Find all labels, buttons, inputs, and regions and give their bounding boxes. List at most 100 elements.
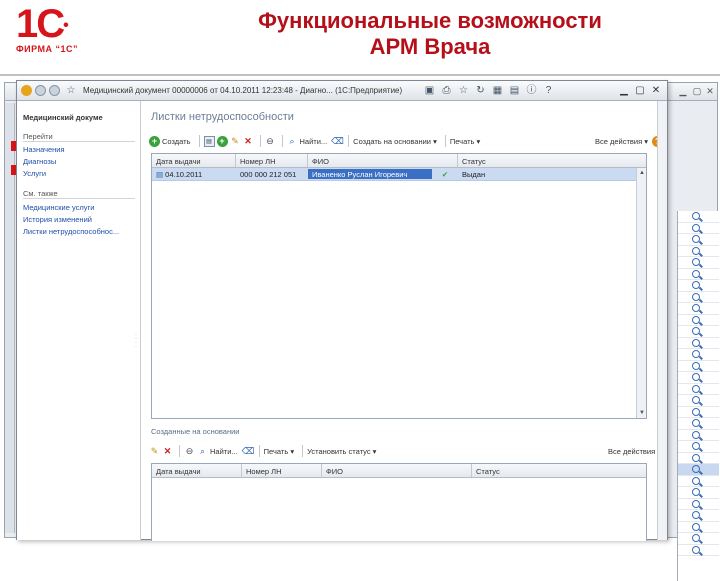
column-header-status[interactable]: Статус bbox=[458, 154, 636, 167]
background-list-row[interactable] bbox=[678, 338, 719, 349]
cancel-search-icon[interactable]: ⌫ bbox=[331, 136, 344, 147]
magnifier-icon[interactable] bbox=[692, 235, 700, 243]
magnifier-icon[interactable] bbox=[692, 292, 700, 301]
magnifier-icon[interactable] bbox=[692, 384, 700, 393]
delete-icon[interactable]: ✕ bbox=[162, 446, 173, 457]
background-list-row[interactable] bbox=[678, 234, 719, 246]
background-list-row[interactable] bbox=[678, 269, 719, 280]
magnifier-icon[interactable] bbox=[692, 511, 700, 519]
magnifier-icon[interactable] bbox=[692, 315, 700, 324]
background-list-row[interactable] bbox=[678, 315, 719, 326]
magnifier-icon[interactable] bbox=[692, 465, 700, 473]
magnifier-icon[interactable] bbox=[692, 327, 700, 335]
add-icon[interactable]: + bbox=[216, 135, 228, 147]
magnifier-icon[interactable] bbox=[692, 453, 700, 462]
background-list-row[interactable] bbox=[678, 464, 719, 476]
restore-icon[interactable]: ▢ bbox=[633, 84, 647, 97]
column-header-fio[interactable]: ФИО bbox=[322, 464, 472, 477]
background-list-row[interactable] bbox=[678, 280, 719, 292]
magnifier-icon[interactable] bbox=[692, 269, 700, 278]
sidebar-item-appointments[interactable]: Назначения bbox=[23, 145, 65, 154]
background-list-row[interactable] bbox=[678, 441, 719, 453]
bg-minimize-icon[interactable]: ▁ bbox=[677, 86, 689, 97]
background-list-row[interactable] bbox=[678, 211, 719, 223]
column-header-date[interactable]: Дата выдачи bbox=[152, 154, 236, 167]
magnifier-icon[interactable] bbox=[692, 488, 700, 496]
column-header-number[interactable]: Номер ЛН bbox=[242, 464, 322, 477]
magnifier-icon[interactable] bbox=[692, 304, 700, 312]
print-icon[interactable]: ⎙ bbox=[440, 84, 453, 97]
background-list-row[interactable] bbox=[678, 418, 719, 430]
magnifier-icon[interactable] bbox=[692, 499, 700, 508]
magnifier-icon[interactable] bbox=[692, 350, 700, 358]
background-list-row[interactable] bbox=[678, 349, 719, 361]
background-list-row[interactable] bbox=[678, 303, 719, 315]
background-list-row[interactable] bbox=[678, 476, 719, 487]
magnifier-icon[interactable] bbox=[692, 407, 700, 416]
magnifier-icon[interactable] bbox=[692, 281, 700, 289]
back-icon[interactable] bbox=[35, 85, 46, 96]
secondary-print-button[interactable]: Печать ▾ bbox=[264, 447, 294, 456]
favorite-icon[interactable]: ☆ bbox=[457, 84, 470, 97]
forward-icon[interactable] bbox=[49, 85, 60, 96]
scroll-up-icon[interactable]: ▲ bbox=[637, 168, 647, 178]
help-icon[interactable]: ? bbox=[542, 84, 555, 97]
background-list-row[interactable] bbox=[678, 430, 719, 441]
magnifier-icon[interactable] bbox=[692, 258, 700, 266]
magnifier-icon[interactable] bbox=[692, 396, 700, 404]
secondary-all-actions-button[interactable]: Все действия ▾ bbox=[608, 447, 661, 456]
link-icon[interactable]: ⊖ bbox=[184, 446, 195, 457]
bg-close-icon[interactable]: ✕ bbox=[704, 86, 716, 97]
background-list-row[interactable] bbox=[678, 361, 719, 372]
app-icon[interactable] bbox=[21, 85, 32, 96]
edit-icon[interactable]: ✎ bbox=[230, 136, 241, 147]
secondary-find-button[interactable]: ⌕ Найти... bbox=[197, 446, 238, 457]
bg-restore-icon[interactable]: ▢ bbox=[691, 86, 703, 97]
background-list-row[interactable] bbox=[678, 257, 719, 269]
magnifier-icon[interactable] bbox=[692, 430, 700, 439]
star-icon[interactable]: ☆ bbox=[65, 85, 77, 97]
sidebar-item-services[interactable]: Услуги bbox=[23, 169, 46, 178]
sidebar-item-medical-services[interactable]: Медицинские услуги bbox=[23, 203, 94, 212]
background-list-row[interactable] bbox=[678, 407, 719, 418]
column-header-fio[interactable]: ФИО bbox=[308, 154, 458, 167]
print-button[interactable]: Печать ▾ bbox=[450, 137, 480, 146]
background-list-row[interactable] bbox=[678, 499, 719, 510]
refresh-icon[interactable]: ↻ bbox=[474, 84, 487, 97]
calc-icon[interactable]: ▦ bbox=[491, 84, 504, 97]
column-header-status[interactable]: Статус bbox=[472, 464, 636, 477]
find-button[interactable]: ⌕ Найти... bbox=[287, 136, 327, 147]
magnifier-icon[interactable] bbox=[692, 476, 700, 485]
sidebar-item-diagnoses[interactable]: Диагнозы bbox=[23, 157, 56, 166]
magnifier-icon[interactable] bbox=[692, 338, 700, 347]
magnifier-icon[interactable] bbox=[692, 419, 700, 427]
magnifier-icon[interactable] bbox=[692, 522, 700, 531]
set-status-button[interactable]: Установить статус ▾ bbox=[307, 447, 376, 456]
background-list-row[interactable] bbox=[678, 372, 719, 384]
background-list-row[interactable] bbox=[678, 487, 719, 499]
minimize-icon[interactable]: ▁ bbox=[617, 84, 631, 97]
magnifier-icon[interactable] bbox=[692, 534, 700, 542]
edit-icon[interactable]: ✎ bbox=[149, 446, 160, 457]
sidebar-title[interactable]: Медицинский докуме bbox=[23, 113, 103, 122]
background-list-row[interactable] bbox=[678, 326, 719, 338]
sidebar-item-sick-leaves[interactable]: Листки нетрудоспособнос... bbox=[23, 227, 119, 236]
magnifier-icon[interactable] bbox=[692, 212, 700, 220]
background-list-row[interactable] bbox=[678, 292, 719, 303]
sidebar-item-history[interactable]: История изменений bbox=[23, 215, 92, 224]
background-list-row[interactable] bbox=[678, 384, 719, 395]
create-based-button[interactable]: Создать на основании ▾ bbox=[353, 137, 437, 146]
window-scrollbar[interactable] bbox=[657, 101, 667, 540]
magnifier-icon[interactable] bbox=[692, 373, 700, 381]
background-list-row[interactable] bbox=[678, 533, 719, 545]
background-list-row[interactable] bbox=[678, 510, 719, 522]
magnifier-icon[interactable] bbox=[692, 223, 700, 232]
magnifier-icon[interactable] bbox=[692, 361, 700, 370]
magnifier-icon[interactable] bbox=[692, 246, 700, 255]
cancel-search-icon[interactable]: ⌫ bbox=[242, 446, 255, 457]
copy-icon[interactable]: ▤ bbox=[203, 135, 215, 147]
panel-splitter-grip[interactable]: · · · · bbox=[135, 332, 139, 350]
create-button[interactable]: + Создать bbox=[149, 135, 191, 147]
background-list-row[interactable] bbox=[678, 453, 719, 464]
background-list-row[interactable] bbox=[678, 223, 719, 234]
